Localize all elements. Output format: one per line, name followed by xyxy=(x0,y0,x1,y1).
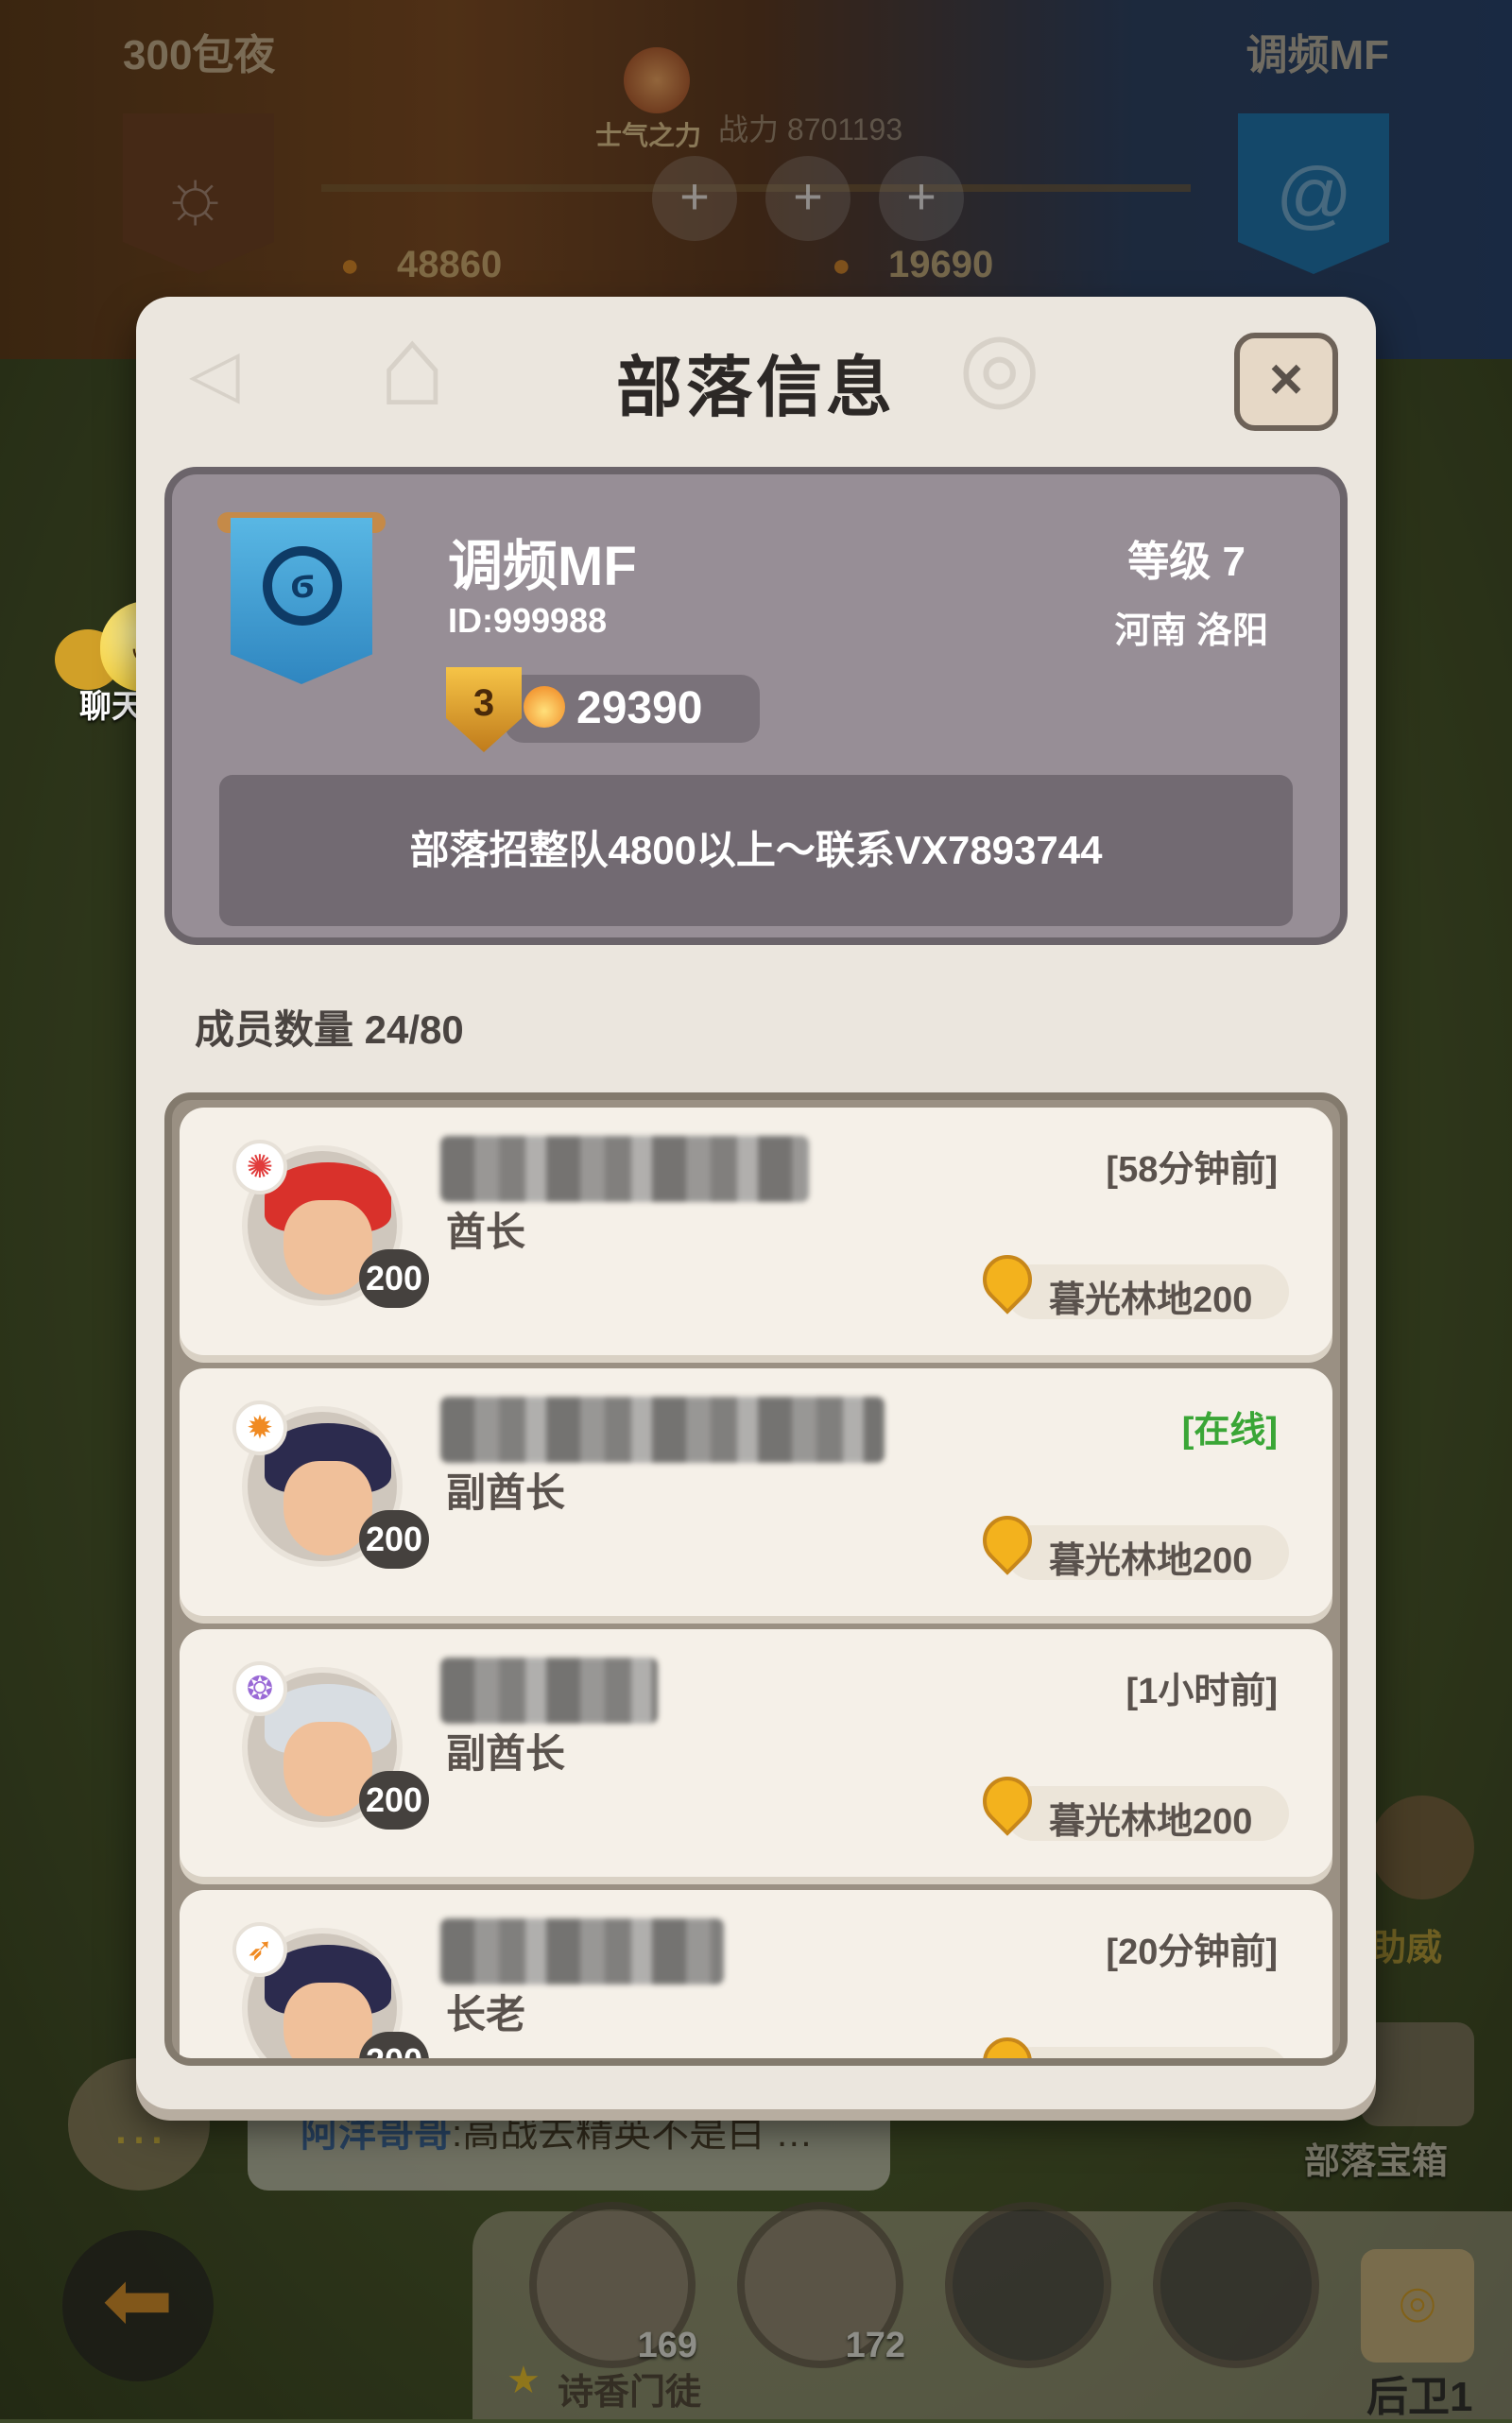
blurred-member-name xyxy=(440,1136,809,1202)
location-pin-icon xyxy=(972,1245,1042,1315)
member-status: [20分钟前] xyxy=(1106,1933,1278,1972)
fire-class-icon: ✺ xyxy=(232,1140,287,1194)
member-row[interactable]: ❂ 200 副酋长 [1小时前] 暮光林地200 xyxy=(180,1629,1332,1877)
wind-class-icon: ❂ xyxy=(232,1661,287,1716)
close-button[interactable]: × xyxy=(1234,333,1338,431)
flame-class-icon: ✹ xyxy=(232,1401,287,1455)
member-count: 成员数量 24/80 xyxy=(195,1007,464,1052)
member-row[interactable]: ✹ 200 副酋长 [在线] 暮光林地200 xyxy=(180,1368,1332,1616)
member-row[interactable]: ✺ 200 酋长 [58分钟前] 暮光林地200 xyxy=(180,1108,1332,1355)
member-level: 200 xyxy=(359,1510,429,1569)
clan-power-pill: 29390 xyxy=(505,675,760,743)
location-name: 暮光林地200 xyxy=(1049,1280,1253,1320)
chat-label: 聊天 xyxy=(79,689,144,725)
clan-emblem-icon: ϭ xyxy=(263,546,342,626)
member-role: 长老 xyxy=(446,1992,526,2036)
bow-class-icon: ➶ xyxy=(232,1922,287,1977)
blurred-member-name xyxy=(440,1658,658,1724)
clan-level: 等级 7 xyxy=(1127,539,1246,585)
member-role: 酋长 xyxy=(446,1210,526,1254)
fire-icon xyxy=(524,686,565,728)
clan-region: 河南 洛阳 xyxy=(1114,611,1268,651)
location-pin-icon xyxy=(972,1505,1042,1575)
location-pin-icon xyxy=(972,2027,1042,2058)
member-status: [1小时前] xyxy=(1125,1672,1278,1711)
tribe-info-dialog: ◁ ⌂ ◎ 部落信息 × ϭ 调频MF ID:999988 等级 7 河南 洛阳… xyxy=(136,297,1376,2109)
member-role: 副酋长 xyxy=(446,1470,566,1515)
dialog-title: 部落信息 xyxy=(616,351,896,424)
member-location[interactable]: 暮光林地200 xyxy=(972,2027,1289,2058)
location-pin-icon xyxy=(972,1766,1042,1836)
member-row[interactable]: ➶ 200 长老 [20分钟前] 暮光林地200 xyxy=(180,1890,1332,2058)
member-level: 200 xyxy=(359,1249,429,1308)
clan-name: 调频MF xyxy=(448,536,637,597)
member-status: [58分钟前] xyxy=(1106,1150,1278,1190)
clan-info-card: ϭ 调频MF ID:999988 等级 7 河南 洛阳 29390 3 部落招整… xyxy=(164,467,1348,945)
rank-shield-icon: 3 xyxy=(446,667,522,752)
blurred-member-name xyxy=(440,1397,885,1463)
blurred-member-name xyxy=(440,1918,724,1985)
member-status-online: [在线] xyxy=(1181,1411,1278,1451)
location-name: 暮光林地200 xyxy=(1049,2053,1252,2058)
member-level: 200 xyxy=(359,1771,429,1830)
location-name: 暮光林地200 xyxy=(1049,1802,1253,1842)
clan-id: ID:999988 xyxy=(448,601,608,640)
member-list[interactable]: ✺ 200 酋长 [58分钟前] 暮光林地200 ✹ 200 副酋长 [在线] … xyxy=(164,1092,1348,2066)
member-location[interactable]: 暮光林地200 xyxy=(972,1245,1289,1320)
member-location[interactable]: 暮光林地200 xyxy=(972,1505,1289,1581)
member-location[interactable]: 暮光林地200 xyxy=(972,1766,1289,1842)
clan-notice: 部落招整队4800以上～联系VX7893744 xyxy=(219,775,1293,926)
member-role: 副酋长 xyxy=(446,1731,566,1776)
clan-power: 29390 xyxy=(576,683,703,733)
location-name: 暮光林地200 xyxy=(1049,1541,1253,1581)
